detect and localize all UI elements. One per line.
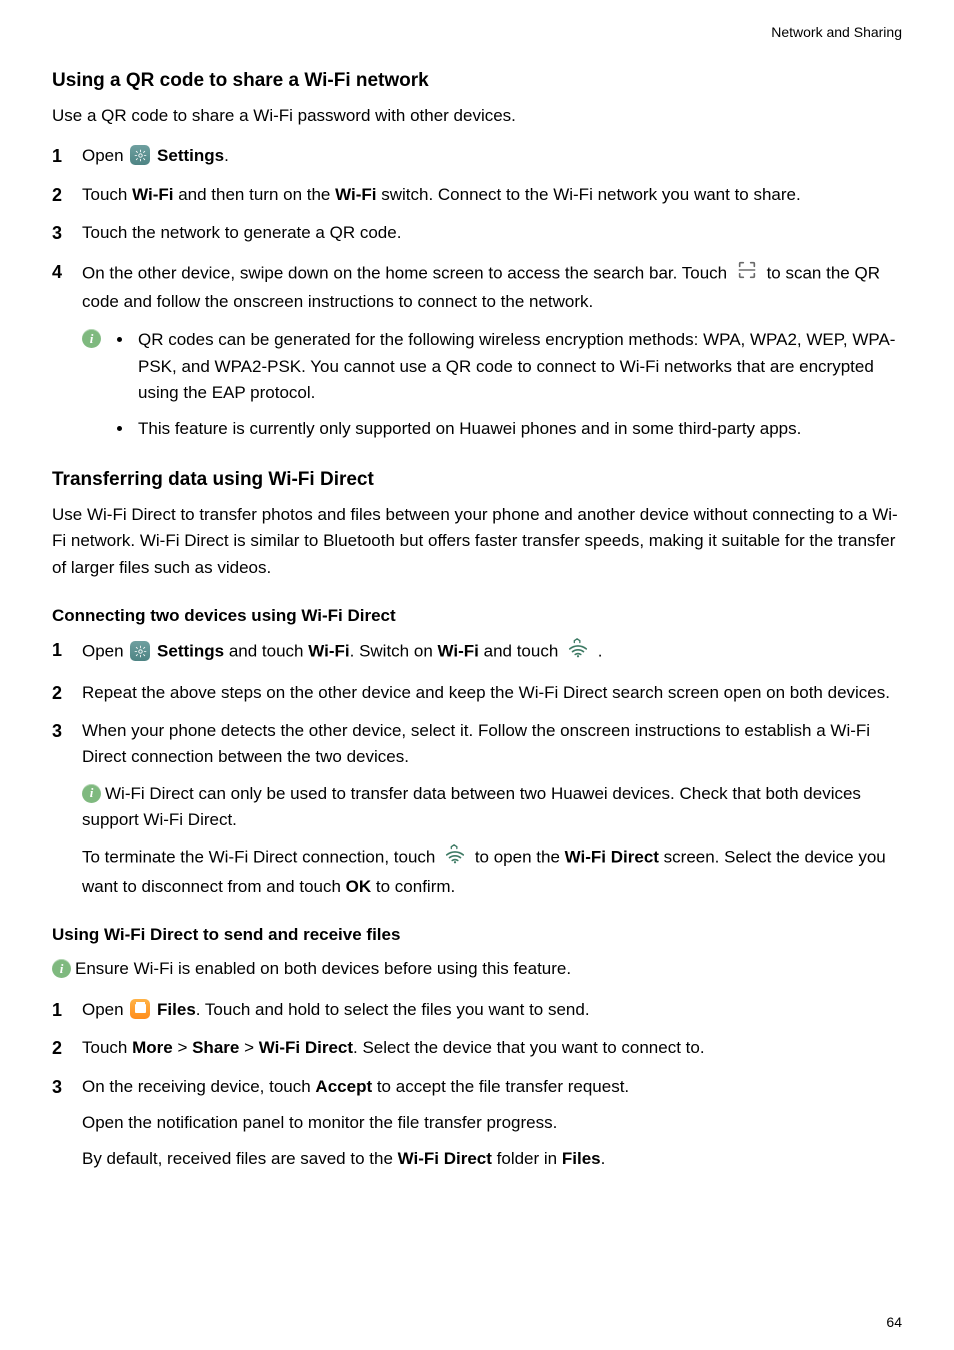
section-heading-wifidirect: Transferring data using Wi-Fi Direct [52, 465, 902, 494]
settings-app-icon [130, 641, 150, 661]
steps-sendreceive: Open Files. Touch and hold to select the… [52, 997, 902, 1173]
step-text: Open the notification panel to monitor t… [82, 1110, 902, 1136]
step-text: to confirm. [371, 877, 455, 896]
step-text: On the receiving device, touch [82, 1077, 315, 1096]
step-text: and touch [479, 642, 563, 661]
bold-settings: Settings [157, 642, 224, 661]
step-text: and touch [224, 642, 308, 661]
bold-wifi: Wi-Fi [335, 185, 376, 204]
step-text: To terminate the Wi-Fi Direct connection… [82, 848, 440, 867]
step-text: . [598, 642, 603, 661]
section-intro-qr: Use a QR code to share a Wi-Fi password … [52, 103, 902, 129]
bold-wifidirect: Wi-Fi Direct [259, 1038, 353, 1057]
step-text: Touch the network to generate a QR code. [82, 223, 401, 242]
step-3: On the receiving device, touch Accept to… [52, 1074, 902, 1173]
steps-connect: Open Settings and touch Wi-Fi. Switch on… [52, 637, 902, 900]
bold-accept: Accept [315, 1077, 372, 1096]
info-icon: i [82, 329, 101, 348]
bold-wifidirect: Wi-Fi Direct [398, 1149, 492, 1168]
subheading-connect: Connecting two devices using Wi-Fi Direc… [52, 603, 902, 629]
page-number: 64 [886, 1312, 902, 1334]
step-text: . [601, 1149, 606, 1168]
step-text: . Switch on [350, 642, 438, 661]
info-icon: i [52, 959, 71, 978]
section-heading-qr: Using a QR code to share a Wi-Fi network [52, 66, 902, 95]
bold-wifi: Wi-Fi [308, 642, 349, 661]
step-text: . Touch and hold to select the files you… [196, 1000, 590, 1019]
step-1: Open Files. Touch and hold to select the… [52, 997, 902, 1023]
subheading-sendreceive: Using Wi-Fi Direct to send and receive f… [52, 922, 902, 948]
wifi-direct-icon [444, 843, 466, 873]
scan-icon [736, 259, 758, 289]
info-text: Ensure Wi-Fi is enabled on both devices … [75, 959, 571, 978]
info-inline: iWi-Fi Direct can only be used to transf… [82, 781, 902, 834]
terminate-paragraph: To terminate the Wi-Fi Direct connection… [82, 843, 902, 900]
bold-wifi: Wi-Fi [438, 642, 479, 661]
step-text: Touch [82, 185, 132, 204]
step-2: Touch More > Share > Wi-Fi Direct. Selec… [52, 1035, 902, 1061]
steps-qr: Open Settings. Touch Wi-Fi and then turn… [52, 143, 902, 442]
step-1: Open Settings. [52, 143, 902, 169]
page-category: Network and Sharing [52, 22, 902, 44]
step-text: > [239, 1038, 258, 1057]
step-text: switch. Connect to the Wi-Fi network you… [377, 185, 801, 204]
step-text: to accept the file transfer request. [372, 1077, 629, 1096]
step-text: By default, received files are saved to … [82, 1146, 902, 1172]
step-text: folder in [492, 1149, 562, 1168]
step-1: Open Settings and touch Wi-Fi. Switch on… [52, 637, 902, 667]
step-text: Repeat the above steps on the other devi… [82, 683, 890, 702]
bold-files: Files [562, 1149, 601, 1168]
info-text: Wi-Fi Direct can only be used to transfe… [82, 784, 861, 829]
step-text: and then turn on the [173, 185, 335, 204]
step-text: Open [82, 642, 128, 661]
info-bullet: This feature is currently only supported… [134, 416, 902, 442]
step-text: . [224, 146, 229, 165]
files-app-icon [130, 999, 150, 1019]
step-text: Open [82, 1000, 128, 1019]
bold-share: Share [192, 1038, 239, 1057]
step-text: Touch [82, 1038, 132, 1057]
info-block-qr: i QR codes can be generated for the foll… [82, 327, 902, 442]
step-3: Touch the network to generate a QR code. [52, 220, 902, 246]
bold-ok: OK [346, 877, 372, 896]
step-text: . Select the device that you want to con… [353, 1038, 705, 1057]
step-text: to open the [475, 848, 565, 867]
wifi-direct-icon [567, 637, 589, 667]
bold-settings: Settings [157, 146, 224, 165]
step-text: > [173, 1038, 192, 1057]
step-text: On the other device, swipe down on the h… [82, 263, 732, 282]
step-4: On the other device, swipe down on the h… [52, 259, 902, 443]
info-bullet: QR codes can be generated for the follow… [134, 327, 902, 406]
bold-files: Files [157, 1000, 196, 1019]
step-2: Touch Wi-Fi and then turn on the Wi-Fi s… [52, 182, 902, 208]
step-3: When your phone detects the other device… [52, 718, 902, 900]
step-text: Open [82, 146, 128, 165]
bold-wifidirect: Wi-Fi Direct [565, 848, 659, 867]
step-text: When your phone detects the other device… [82, 718, 902, 771]
step-text: By default, received files are saved to … [82, 1149, 398, 1168]
section-intro-wifidirect: Use Wi-Fi Direct to transfer photos and … [52, 502, 902, 581]
bold-wifi: Wi-Fi [132, 185, 173, 204]
info-inline: iEnsure Wi-Fi is enabled on both devices… [52, 956, 902, 982]
settings-app-icon [130, 145, 150, 165]
bold-more: More [132, 1038, 173, 1057]
info-icon: i [82, 784, 101, 803]
step-2: Repeat the above steps on the other devi… [52, 680, 902, 706]
